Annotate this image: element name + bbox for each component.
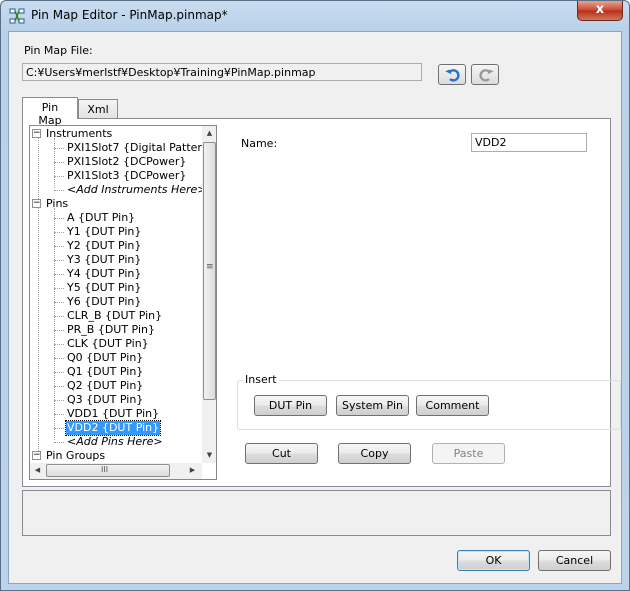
tree-guide-line <box>38 138 39 457</box>
pin-label: Y4 {DUT Pin} <box>67 267 142 280</box>
pin-label: VDD1 {DUT Pin} <box>67 407 160 420</box>
pin-groups-label: Pin Groups <box>46 449 106 462</box>
add-instruments-label: <Add Instruments Here> <box>67 183 202 196</box>
cut-button[interactable]: Cut <box>245 443 318 464</box>
pin-label: A {DUT Pin} <box>67 211 136 224</box>
status-panel <box>22 490 611 536</box>
insert-comment-button[interactable]: Comment <box>416 395 489 416</box>
scroll-left-arrow-icon[interactable]: ◀ <box>30 463 45 478</box>
copy-button[interactable]: Copy <box>338 443 411 464</box>
ok-button[interactable]: OK <box>457 550 530 571</box>
tree-branch <box>54 372 64 373</box>
hthumb-grip-icon: III <box>101 465 109 474</box>
window-title: Pin Map Editor - PinMap.pinmap* <box>31 8 228 22</box>
tree-branch <box>54 442 64 443</box>
instrument-label: PXI1Slot3 {DCPower} <box>67 169 187 182</box>
pin-map-file-path[interactable]: C:¥Users¥merlstf¥Desktop¥Training¥PinMap… <box>22 63 422 81</box>
horizontal-scroll-thumb[interactable]: III <box>46 464 170 477</box>
name-field[interactable]: VDD2 <box>471 133 587 152</box>
title-bar[interactable]: Pin Map Editor - PinMap.pinmap* x <box>1 1 629 31</box>
tree-branch <box>54 428 64 429</box>
pin-map-panel: − Instruments PXI1Slot7 {Digital Patter … <box>22 118 621 487</box>
tree-branch <box>54 344 64 345</box>
pin-map-editor-window: Pin Map Editor - PinMap.pinmap* x Pin Ma… <box>0 0 630 591</box>
instruments-label: Instruments <box>46 127 113 140</box>
insert-dut-pin-button[interactable]: DUT Pin <box>254 395 327 416</box>
tree-branch <box>54 148 64 149</box>
name-label: Name: <box>241 137 278 150</box>
scroll-up-arrow-icon[interactable]: ▲ <box>202 126 216 141</box>
tree-guide-line <box>54 138 55 188</box>
tree-branch <box>54 260 64 261</box>
collapse-pins-icon[interactable]: − <box>32 199 41 208</box>
tree-content: − Instruments PXI1Slot7 {Digital Patter … <box>30 126 202 463</box>
pin-label: Q2 {DUT Pin} <box>67 379 144 392</box>
close-window-button[interactable]: x <box>577 1 623 21</box>
insert-legend: Insert <box>243 373 279 386</box>
client-area: Pin Map File: C:¥Users¥merlstf¥Desktop¥T… <box>8 31 622 584</box>
tab-xml[interactable]: Xml <box>78 99 118 119</box>
selected-pin-label: VDD2 {DUT Pin} <box>64 420 162 436</box>
tree-branch <box>54 358 64 359</box>
tree-branch <box>54 218 64 219</box>
instrument-label: PXI1Slot2 {DCPower} <box>67 155 187 168</box>
tree-branch <box>54 176 64 177</box>
cancel-button[interactable]: Cancel <box>538 550 611 571</box>
tree-branch <box>54 330 64 331</box>
tab-pin-map[interactable]: Pin Map <box>22 97 78 127</box>
pin-label: Y6 {DUT Pin} <box>67 295 142 308</box>
tree-branch <box>54 316 64 317</box>
pin-label: CLK {DUT Pin} <box>67 337 149 350</box>
scroll-right-arrow-icon[interactable]: ▶ <box>185 463 200 478</box>
tree-branch <box>54 288 64 289</box>
tree-branch <box>54 302 64 303</box>
tree-guide-line <box>54 208 55 440</box>
pin-label: Y1 {DUT Pin} <box>67 225 142 238</box>
collapse-instruments-icon[interactable]: − <box>32 129 41 138</box>
tree-branch <box>54 190 64 191</box>
pin-label: PR_B {DUT Pin} <box>67 323 155 336</box>
tree-branch <box>54 246 64 247</box>
pin-label: Y5 {DUT Pin} <box>67 281 142 294</box>
tree-branch <box>54 232 64 233</box>
tree-branch <box>54 400 64 401</box>
collapse-pin-groups-icon[interactable]: − <box>32 451 41 460</box>
pin-label: Q1 {DUT Pin} <box>67 365 144 378</box>
pins-label: Pins <box>46 197 69 210</box>
tree-branch <box>54 274 64 275</box>
pin-label: CLR_B {DUT Pin} <box>67 309 163 322</box>
vertical-scroll-thumb[interactable]: ≡ <box>203 142 216 400</box>
pin-label: Y3 {DUT Pin} <box>67 253 142 266</box>
paste-button[interactable]: Paste <box>432 443 505 464</box>
thumb-grip-icon: ≡ <box>206 262 214 272</box>
tree-vertical-scrollbar[interactable]: ▲ ≡ ▼ <box>202 126 216 463</box>
scroll-down-arrow-icon[interactable]: ▼ <box>202 448 216 463</box>
pin-map-file-label: Pin Map File: <box>24 44 93 57</box>
undo-button[interactable] <box>438 64 466 85</box>
insert-system-pin-button[interactable]: System Pin <box>336 395 409 416</box>
undo-icon <box>445 69 460 82</box>
tree-horizontal-scrollbar[interactable]: ◀ III ▶ <box>30 463 202 479</box>
instrument-label: PXI1Slot7 {Digital Patter <box>67 141 202 154</box>
pin-label: Q0 {DUT Pin} <box>67 351 144 364</box>
tree-branch <box>54 414 64 415</box>
add-pins-label: <Add Pins Here> <box>67 435 163 448</box>
pin-map-tree: − Instruments PXI1Slot7 {Digital Patter … <box>29 125 217 480</box>
pin-label: Y2 {DUT Pin} <box>67 239 142 252</box>
redo-icon <box>479 69 494 82</box>
redo-button[interactable] <box>471 64 499 85</box>
tree-branch <box>54 162 64 163</box>
tree-branch <box>54 386 64 387</box>
pin-label: Q3 {DUT Pin} <box>67 393 144 406</box>
pin-map-app-icon <box>9 8 25 24</box>
